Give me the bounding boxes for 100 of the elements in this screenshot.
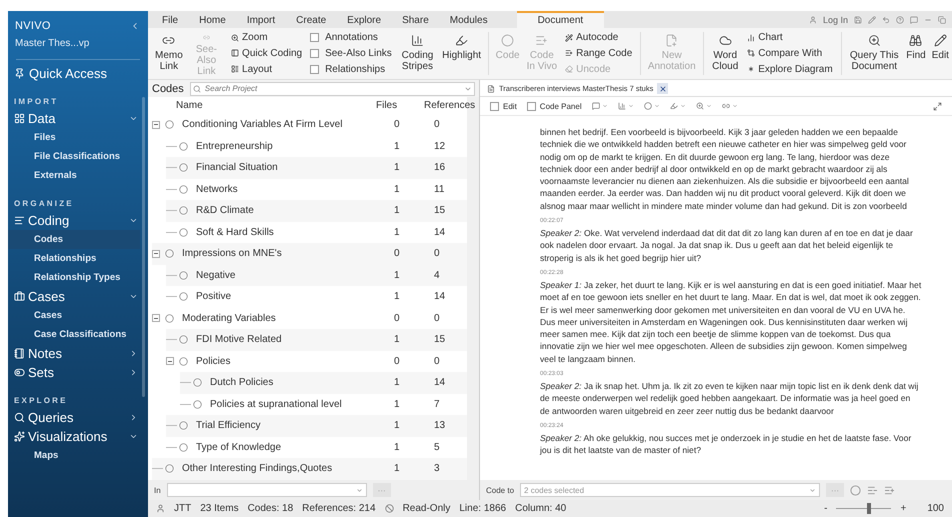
ribbon-tab[interactable]: Explore xyxy=(340,11,388,28)
checkbox[interactable] xyxy=(310,33,320,42)
code-name[interactable]: Moderating Variables xyxy=(182,312,394,324)
comment-icon[interactable] xyxy=(910,16,918,24)
highlight-dropdown[interactable] xyxy=(670,102,686,110)
ribbon-button[interactable]: Compare With xyxy=(747,48,833,59)
undo-icon[interactable] xyxy=(882,16,890,24)
nav-group[interactable]: Queries xyxy=(8,408,148,427)
nav-item[interactable]: Relationships xyxy=(8,249,140,268)
ribbon-tab[interactable]: Document xyxy=(516,11,604,28)
code-name[interactable]: Dutch Policies xyxy=(210,377,394,388)
column-header[interactable]: References xyxy=(424,100,480,111)
search-field[interactable]: Search Project xyxy=(190,82,475,96)
nav-item[interactable]: Codes xyxy=(8,230,140,249)
collapse-toggle[interactable] xyxy=(152,314,160,322)
ribbon-button[interactable]: Layout xyxy=(231,64,302,75)
ribbon-tab[interactable]: File xyxy=(155,11,186,28)
code-icon[interactable] xyxy=(850,484,862,496)
checkbox[interactable] xyxy=(526,102,536,110)
link-dropdown[interactable] xyxy=(722,102,738,110)
code-name[interactable]: Conditioning Variables At Firm Level xyxy=(182,119,394,130)
ribbon-button[interactable]: Coding Stripes xyxy=(396,30,440,77)
close-button[interactable] xyxy=(657,83,668,94)
undock-icon[interactable] xyxy=(933,102,942,110)
ribbon-tab[interactable]: Share xyxy=(395,11,436,28)
zoom-in-button[interactable]: + xyxy=(900,503,906,514)
collapse-toggle[interactable] xyxy=(152,250,160,258)
pencil-icon[interactable] xyxy=(868,16,876,24)
ribbon-tab[interactable]: Modules xyxy=(442,11,495,28)
status-user: JTT xyxy=(174,503,192,514)
in-dropdown[interactable] xyxy=(166,483,367,497)
checkbox[interactable] xyxy=(310,64,320,74)
code-dropdown[interactable] xyxy=(644,102,660,110)
ribbon-button[interactable]: Zoom xyxy=(231,32,302,44)
nav-item[interactable]: Files xyxy=(8,128,140,147)
zoom-dropdown[interactable] xyxy=(696,102,712,110)
help-icon[interactable] xyxy=(896,16,904,24)
nav-item[interactable]: Case Classifications xyxy=(8,325,140,344)
stripes-dropdown[interactable] xyxy=(618,102,634,110)
briefcase-icon xyxy=(14,291,25,302)
ribbon-button[interactable]: Quick Coding xyxy=(231,48,302,59)
nav-group[interactable]: Data xyxy=(8,109,148,128)
zoom-slider[interactable] xyxy=(836,503,892,514)
files-count: 1 xyxy=(394,162,401,174)
uncode-icon[interactable] xyxy=(867,484,878,496)
nav-group[interactable]: Notes xyxy=(8,344,148,363)
annotation-dropdown[interactable] xyxy=(592,102,608,110)
code-name[interactable]: Entrepreneurship xyxy=(196,140,394,152)
nav-group[interactable]: Cases xyxy=(8,287,148,306)
chevron-right-icon xyxy=(129,349,138,358)
ribbon-tab[interactable]: Import xyxy=(240,11,282,28)
ribbon-button[interactable]: Range Code xyxy=(565,48,632,59)
code-name[interactable]: Policies at supranational level xyxy=(210,398,394,410)
code-name[interactable]: Soft & Hard Skills xyxy=(196,226,394,238)
restore-icon[interactable] xyxy=(938,16,946,24)
ribbon-tab[interactable]: Create xyxy=(289,11,334,28)
nav-item[interactable]: Cases xyxy=(8,306,140,325)
nav-group[interactable]: Coding xyxy=(8,211,148,230)
login-link[interactable]: Log In xyxy=(822,14,848,24)
collapse-toggle[interactable] xyxy=(166,357,174,366)
column-header[interactable]: Files xyxy=(376,100,424,111)
code-name[interactable]: Trial Efficiency xyxy=(196,420,394,432)
code-name[interactable]: FDI Motive Related xyxy=(196,334,394,346)
code-name[interactable]: Negative xyxy=(196,270,394,281)
code-name[interactable]: R&D Climate xyxy=(196,205,394,216)
nav-item[interactable]: Relationship Types xyxy=(8,268,140,287)
ribbon-button[interactable]: Autocode xyxy=(565,32,632,44)
collapse-toggle[interactable] xyxy=(152,120,160,129)
notebook-icon xyxy=(14,348,25,359)
nav-item[interactable]: File Classifications xyxy=(8,147,140,166)
code-name[interactable]: Impressions on MNE's xyxy=(182,248,394,260)
quick-access-item[interactable]: Quick Access xyxy=(8,64,148,83)
code-in-vivo-icon[interactable] xyxy=(884,484,896,496)
ribbon-button[interactable]: Word Cloud xyxy=(707,30,744,77)
ribbon-button[interactable]: Query This Document xyxy=(845,30,904,77)
column-header[interactable]: Name xyxy=(176,100,376,111)
code-name[interactable]: Other Interesting Findings,Quotes xyxy=(182,463,394,474)
ribbon-button[interactable]: Highlight xyxy=(439,30,484,77)
ribbon-button[interactable]: Find xyxy=(903,30,929,77)
code-name[interactable]: Positive xyxy=(196,291,394,302)
ribbon-button[interactable]: Memo Link xyxy=(152,30,186,77)
code-name[interactable]: Networks xyxy=(196,184,394,195)
code-icon xyxy=(179,184,188,194)
checkbox[interactable] xyxy=(310,48,320,58)
save-icon[interactable] xyxy=(854,16,862,24)
nav-group[interactable]: Sets xyxy=(8,363,148,382)
nav-item[interactable]: Maps xyxy=(8,446,140,465)
zoom-out-button[interactable]: - xyxy=(824,503,828,514)
code-name[interactable]: Financial Situation xyxy=(196,162,394,174)
ribbon-button[interactable]: Explore Diagram xyxy=(747,64,833,75)
nav-item[interactable]: Externals xyxy=(8,166,140,185)
nav-group[interactable]: Visualizations xyxy=(8,427,148,446)
checkbox[interactable] xyxy=(490,102,499,110)
ribbon-button[interactable]: Chart xyxy=(747,32,833,44)
ribbon-button[interactable]: Edit xyxy=(928,30,952,77)
slider-thumb[interactable] xyxy=(867,503,872,514)
code-name[interactable]: Type of Knowledge xyxy=(196,442,394,453)
user-icon[interactable] xyxy=(808,16,817,24)
ribbon-tab[interactable]: Home xyxy=(192,11,233,28)
code-name[interactable]: Policies xyxy=(196,356,394,367)
